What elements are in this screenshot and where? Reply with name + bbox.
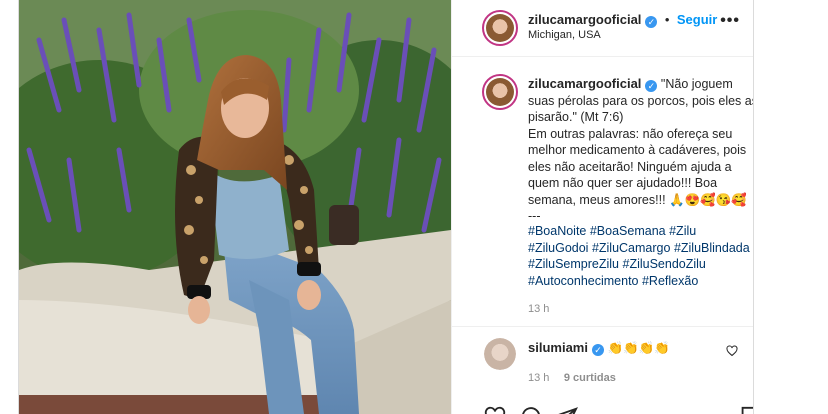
post-action-bar — [452, 402, 754, 414]
hashtag-link[interactable]: #ZiluBlindada — [674, 241, 750, 255]
comment-heart-icon[interactable] — [726, 345, 738, 357]
caption-text: "Não joguem suas pérolas para os porcos,… — [528, 77, 753, 223]
comment-meta: 13 h 9 curtidas — [528, 368, 616, 386]
hashtag-link[interactable]: #Zilu — [669, 224, 696, 238]
caption-username[interactable]: zilucamargooficial — [528, 76, 641, 91]
hashtag-link[interactable]: #BoaNoite — [528, 224, 586, 238]
comment-likes-count[interactable]: 9 curtidas — [564, 372, 616, 384]
hashtag-link[interactable]: #ZiluSempreZilu — [528, 257, 619, 271]
commenter-username[interactable]: silumiami — [528, 340, 588, 355]
comment-text: 👏👏👏👏 — [607, 341, 670, 355]
caption-body: zilucamargooficial ✓ "Não joguem suas pér… — [528, 76, 753, 225]
comment-icon[interactable] — [520, 406, 542, 414]
post-photo[interactable] — [19, 0, 451, 414]
post-header: zilucamargooficial ✓ • Seguir Michigan, U… — [452, 0, 753, 57]
verified-badge-icon: ✓ — [645, 16, 658, 28]
author-username[interactable]: zilucamargooficial — [528, 12, 641, 27]
caption-hashtags: #BoaNoite #BoaSemana #Zilu #ZiluGodoi #Z… — [528, 223, 753, 289]
comment-timestamp[interactable]: 13 h — [528, 372, 549, 384]
heart-icon[interactable] — [484, 406, 506, 414]
post-location[interactable]: Michigan, USA — [528, 29, 601, 41]
hashtag-link[interactable]: #ZiluSendoZilu — [623, 257, 706, 271]
caption-timestamp[interactable]: 13 h — [528, 303, 549, 315]
more-options-icon[interactable]: ••• — [720, 12, 740, 30]
header-title-row: zilucamargooficial ✓ • Seguir — [528, 11, 717, 29]
instagram-post: zilucamargooficial ✓ • Seguir Michigan, U… — [18, 0, 754, 414]
follow-button[interactable]: Seguir — [677, 12, 717, 27]
author-avatar[interactable] — [482, 10, 518, 46]
hashtag-link[interactable]: #Reflexão — [642, 274, 698, 288]
caption-author-avatar[interactable] — [482, 74, 518, 110]
hashtag-link[interactable]: #Autoconhecimento — [528, 274, 639, 288]
hashtag-link[interactable]: #ZiluGodoi — [528, 241, 588, 255]
header-separator-dot: • — [664, 12, 670, 27]
caption-author-avatar-image — [486, 78, 514, 106]
hashtag-link[interactable]: #ZiluCamargo — [592, 241, 671, 255]
author-avatar-image — [486, 14, 514, 42]
commenter-avatar-image — [484, 338, 516, 370]
post-photo-illustration — [19, 0, 451, 414]
verified-badge-icon: ✓ — [591, 344, 604, 356]
save-icon[interactable] — [738, 406, 754, 414]
commenter-avatar[interactable] — [484, 338, 516, 370]
post-caption-section: zilucamargooficial ✓ "Não joguem suas pér… — [452, 56, 753, 327]
comment-item: silumiami ✓ 👏👏👏👏 13 h 9 curtidas — [452, 326, 753, 414]
verified-badge-icon: ✓ — [645, 80, 658, 92]
hashtag-link[interactable]: #BoaSemana — [590, 224, 666, 238]
post-side-panel: zilucamargooficial ✓ • Seguir Michigan, U… — [451, 0, 754, 414]
comment-body: silumiami ✓ 👏👏👏👏 — [528, 340, 670, 356]
share-icon[interactable] — [556, 406, 578, 414]
